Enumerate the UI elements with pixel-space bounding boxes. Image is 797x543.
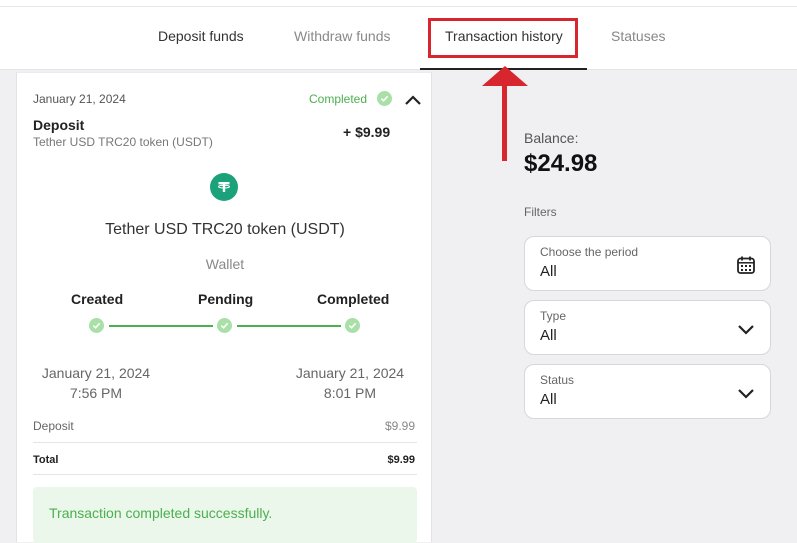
chevron-down-icon[interactable] [736,383,756,403]
status-filter-label: Status [540,373,575,387]
completed-time: 8:01 PM [323,385,377,401]
step-completed-label: Completed [317,291,390,307]
completed-timestamp: January 21, 2024 8:01 PM [287,363,413,403]
transaction-type: Deposit [33,117,85,133]
total-value: $9.99 [387,454,415,466]
step-pending-label: Pending [198,291,254,307]
progress-track [109,325,213,327]
tab-withdraw-funds[interactable]: Withdraw funds [294,28,390,44]
filters-label: Filters [524,205,557,219]
chevron-down-icon[interactable] [736,319,756,339]
created-time: 7:56 PM [69,385,123,401]
line-divider [33,442,417,443]
created-timestamp: January 21, 2024 7:56 PM [33,363,159,403]
transaction-card: January 21, 2024 Completed Deposit Tethe… [16,72,432,543]
status-filter[interactable]: Status All [524,364,771,419]
annotation-arrow-icon [482,66,528,161]
top-nav: Deposit funds Withdraw funds Transaction… [0,0,797,70]
line-divider [33,474,417,475]
step-pending-check-icon [217,318,232,333]
transaction-date: January 21, 2024 [33,92,126,106]
type-filter-label: Type [540,309,567,323]
total-label: Total [33,454,59,466]
deposit-line-value: $9.99 [384,419,415,433]
type-filter-value: All [540,327,557,344]
status-filter-value: All [540,391,557,408]
period-filter-value: All [540,263,557,280]
token-name: Tether USD TRC20 token (USDT) [105,221,345,238]
balance-label: Balance: [524,130,579,146]
collapse-chevron-icon[interactable] [403,93,423,107]
calendar-icon[interactable] [736,255,756,275]
tether-icon [210,173,238,201]
top-divider [0,6,797,7]
status-check-icon [377,91,392,106]
success-banner: Transaction completed successfully. [33,487,417,543]
progress-track [237,325,341,327]
created-date: January 21, 2024 [41,365,151,381]
tab-statuses[interactable]: Statuses [611,28,665,44]
period-filter[interactable]: Choose the period All [524,236,771,291]
period-filter-label: Choose the period [540,245,639,259]
step-created-label: Created [71,291,124,307]
tab-deposit-funds[interactable]: Deposit funds [158,28,244,44]
deposit-line-label: Deposit [33,419,74,433]
type-filter[interactable]: Type All [524,300,771,355]
transaction-status: Completed [309,92,368,106]
step-created-check-icon [89,318,104,333]
transaction-method: Tether USD TRC20 token (USDT) [33,135,213,149]
success-message: Transaction completed successfully. [49,505,273,521]
step-completed-check-icon [345,318,360,333]
wallet-label: Wallet [205,256,245,272]
balance-value: $24.98 [524,150,598,177]
highlight-box [428,18,578,58]
transaction-amount: + $9.99 [343,124,391,140]
completed-date: January 21, 2024 [295,365,405,381]
